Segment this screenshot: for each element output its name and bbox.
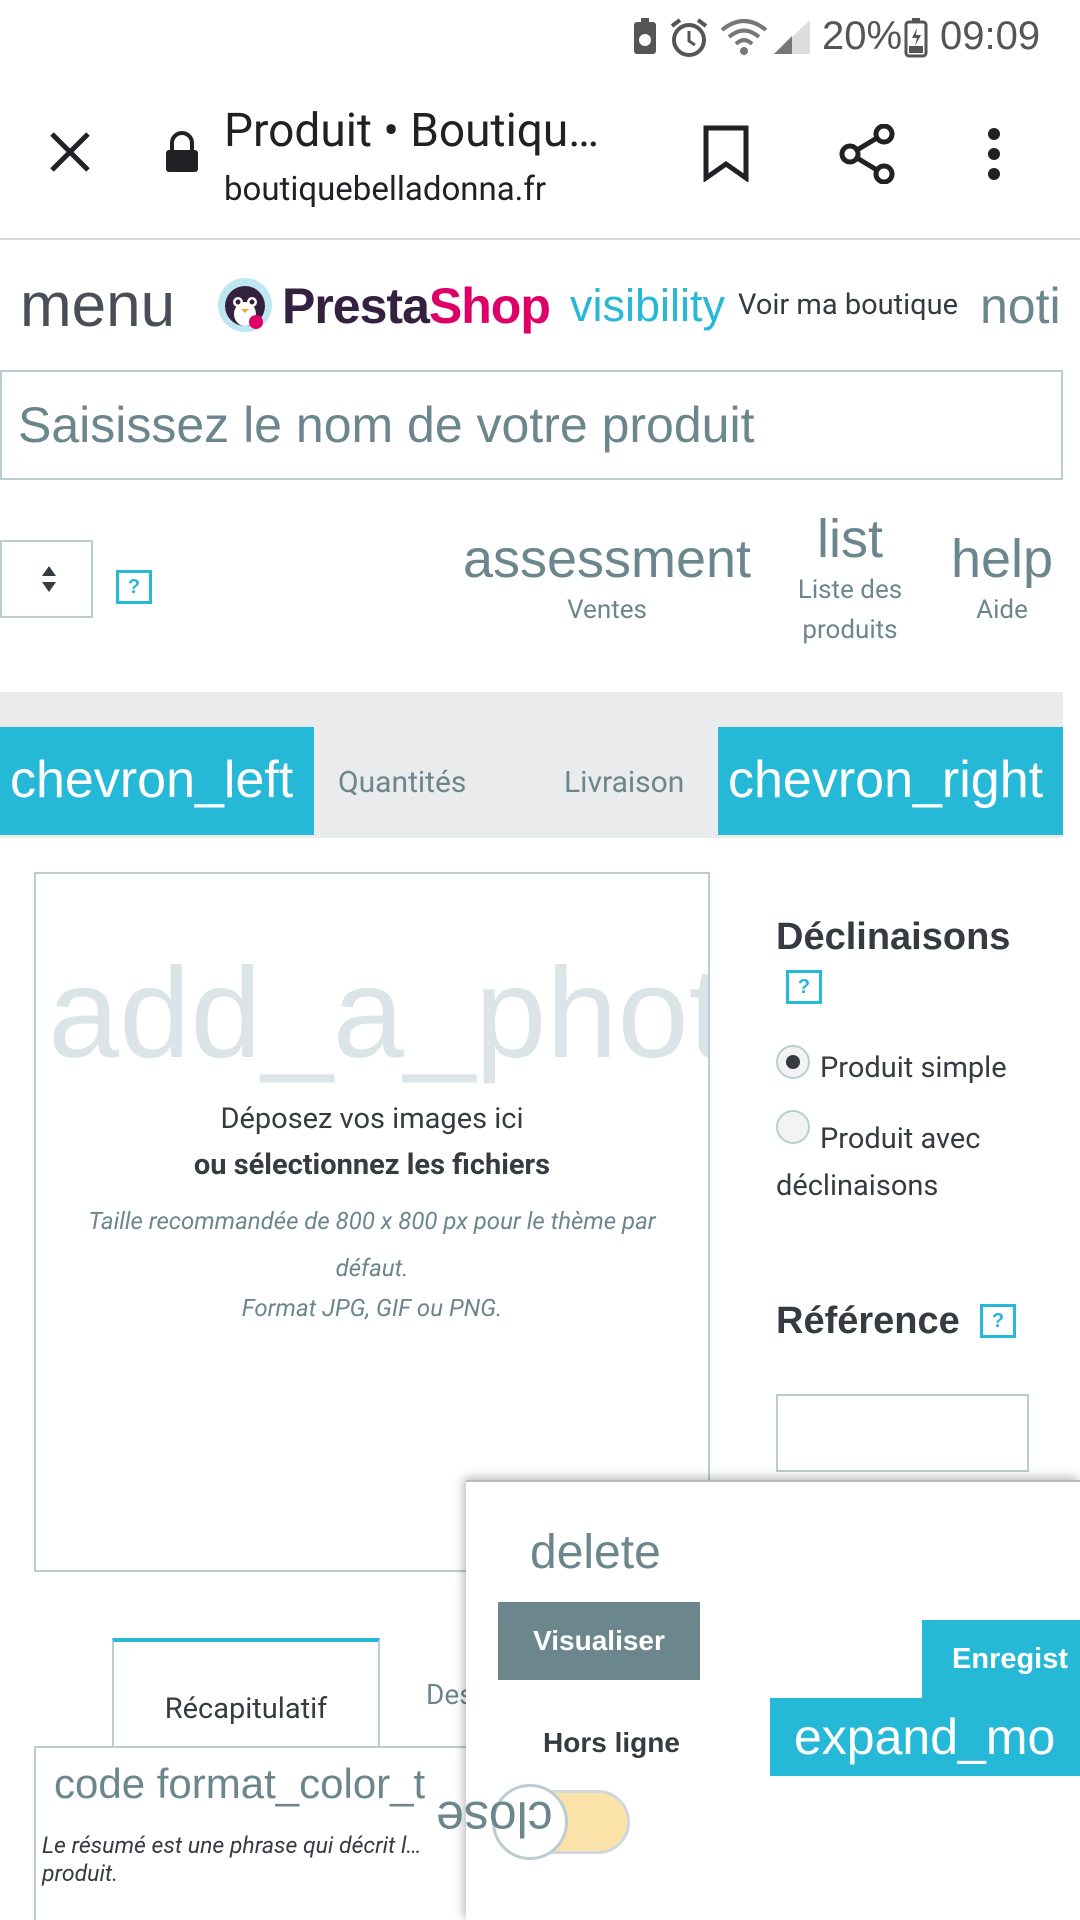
declinaisons-help-icon[interactable]: ? [786, 970, 822, 1004]
close-icon[interactable]: close [436, 1790, 553, 1848]
bookmark-icon[interactable] [702, 124, 750, 186]
delete-icon[interactable]: delete [530, 1525, 661, 1580]
close-icon[interactable] [46, 128, 94, 180]
add-photo-icon: add_a_photo [48, 942, 708, 1085]
preview-button[interactable]: Visualiser [498, 1602, 700, 1680]
battery-icon [904, 18, 928, 62]
page-domain: boutiquebelladonna.fr [224, 170, 547, 209]
notifications-icon[interactable]: noti [980, 277, 1061, 335]
reference-input[interactable] [776, 1394, 1029, 1472]
help-button[interactable]: help Aide [944, 528, 1060, 630]
help-icon[interactable]: ? [116, 570, 152, 604]
language-select[interactable] [0, 540, 93, 618]
summary-hint: Le résumé est une phrase qui décrit l… p… [42, 1832, 422, 1887]
radio-produit-simple[interactable] [776, 1045, 810, 1079]
status-bar: 20% 09:09 [0, 0, 1080, 74]
lock-icon [164, 130, 200, 178]
reference-title: Référence [776, 1300, 960, 1342]
visibility-icon[interactable]: visibility [570, 280, 725, 332]
signal-icon [772, 18, 812, 60]
help-text-icon: help [950, 529, 1054, 589]
produit-declinaisons-label: Produit avec déclinaisons [776, 1122, 981, 1203]
sales-label: Ventes [567, 595, 647, 625]
wifi-icon [720, 18, 768, 60]
product-list-label: Liste des produits [797, 575, 903, 645]
battery-percent: 20% [822, 14, 903, 58]
clock: 09:09 [940, 14, 1041, 58]
tab-recapitulatif[interactable]: Récapitulatif [112, 1638, 380, 1748]
prestashop-logo[interactable] [216, 276, 274, 338]
product-name-input[interactable]: Saisissez le nom de votre produit [0, 370, 1063, 480]
tab-livraison[interactable]: Livraison [564, 765, 684, 800]
dropzone-size-hint: Taille recommandée de 800 x 800 px pour … [88, 1207, 656, 1282]
view-shop-link[interactable]: Voir ma boutique [738, 288, 958, 322]
sales-button[interactable]: assessment Ventes [462, 528, 752, 630]
reference-help-icon[interactable]: ? [980, 1304, 1016, 1338]
menu-button[interactable]: menu [20, 270, 175, 341]
editor-toolbar-icons[interactable]: code format_color_t [54, 1760, 425, 1808]
assessment-icon: assessment [462, 529, 752, 589]
help-label: Aide [976, 595, 1028, 625]
browser-toolbar: Produit • Boutiqu… boutiquebelladonna.fr [0, 74, 1080, 240]
offline-label: Hors ligne [543, 1727, 680, 1758]
tab-prev-button[interactable]: chevron_left [0, 727, 314, 835]
declinaisons-title: Déclinaisons [776, 916, 1011, 958]
page-title: Produit • Boutiqu… [224, 104, 600, 158]
expand-more-button[interactable]: expand_mo [770, 1698, 1080, 1776]
alarm-icon [668, 18, 710, 62]
list-icon: list [817, 509, 883, 569]
save-button[interactable]: Enregist [922, 1620, 1080, 1698]
tab-quantites[interactable]: Quantités [338, 765, 466, 800]
prestashop-logo-text: PrestaShop [282, 278, 551, 334]
product-list-button[interactable]: list Liste des produits [782, 508, 918, 650]
dropzone-text: Déposez vos images ici [220, 1102, 524, 1136]
more-vert-icon[interactable] [984, 126, 1004, 186]
produit-simple-label: Produit simple [820, 1051, 1007, 1085]
recycle-battery-icon [632, 18, 658, 60]
sort-arrows-icon [40, 564, 58, 598]
select-files-link[interactable]: ou sélectionnez les fichiers [36, 1148, 708, 1182]
tab-next-button[interactable]: chevron_right [718, 727, 1063, 835]
dropzone-format-hint: Format JPG, GIF ou PNG. [241, 1294, 503, 1322]
share-icon[interactable] [838, 123, 898, 188]
